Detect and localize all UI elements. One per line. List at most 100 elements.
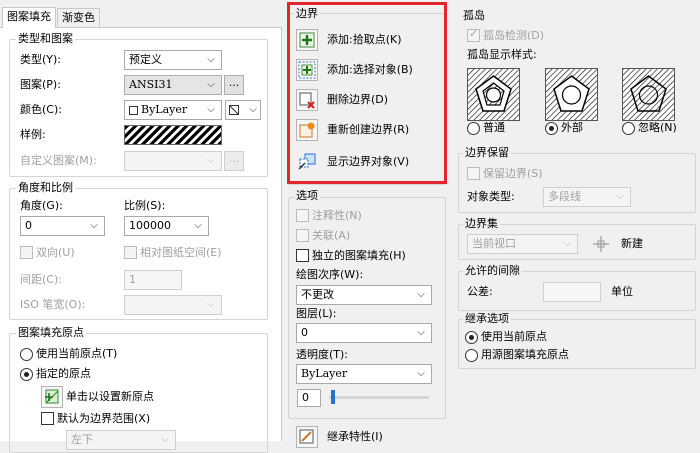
island-ignore-icon [623, 69, 674, 120]
tolerance-field[interactable] [543, 282, 601, 302]
island-outer-label: 外部 [561, 121, 583, 134]
chevron-down-icon: ⌵ [207, 299, 215, 310]
inherit-use-source-label: 用源图案填充原点 [481, 348, 569, 361]
draw-order-combo[interactable]: 不更改 ⌵ [296, 285, 432, 305]
origin-position-combo[interactable]: 左下 ⌵ [66, 430, 176, 450]
separate-hatches-checkbox[interactable] [296, 249, 309, 262]
island-style-label: 孤岛显示样式: [467, 48, 537, 61]
inherit-properties-label: 继承特性(I) [327, 430, 383, 443]
custom-pattern-browse-button[interactable]: ... [224, 151, 244, 171]
chevron-down-icon: ⌵ [207, 54, 215, 65]
island-outer-radio[interactable] [545, 122, 558, 135]
boundary-set-new-button[interactable] [590, 233, 612, 255]
specified-origin-radio[interactable] [20, 368, 33, 381]
island-normal-preview[interactable] [467, 68, 520, 121]
type-combo[interactable]: 预定义 ⌵ [124, 50, 222, 70]
spacing-field[interactable]: 1 [124, 270, 182, 290]
pattern-label: 图案(P): [20, 78, 61, 91]
island-ignore-radio[interactable] [622, 122, 635, 135]
chevron-down-icon: ⌵ [563, 238, 571, 249]
gap-title: 允许的间隙 [463, 264, 522, 278]
pattern-browse-button[interactable]: ... [224, 75, 244, 95]
tab-gradient[interactable]: 渐变色 [57, 8, 100, 27]
custom-pattern-combo[interactable]: ⌵ [124, 151, 222, 171]
island-detection-checkbox[interactable] [467, 27, 480, 42]
inherit-use-source-radio[interactable] [465, 349, 478, 362]
relative-paper-label: 相对图纸空间(E) [140, 246, 222, 259]
color-combo[interactable]: ByLayer ⌵ [124, 100, 222, 120]
draw-order-value: 不更改 [301, 288, 334, 301]
chevron-down-icon: ⌵ [417, 368, 425, 379]
color-value: ByLayer [141, 103, 188, 116]
color-label: 颜色(C): [20, 103, 62, 116]
chevron-down-icon: ⌵ [194, 220, 202, 231]
island-normal-radio[interactable] [467, 122, 480, 135]
islands-title: 孤岛 [463, 9, 485, 22]
no-fill-swatch-icon [229, 105, 239, 115]
separate-hatches-label: 独立的图案填充(H) [312, 249, 406, 262]
type-label: 类型(Y): [20, 53, 62, 66]
chevron-down-icon: ⌵ [90, 220, 98, 231]
inherit-options-title: 继承选项 [463, 312, 511, 326]
set-origin-label: 单击以设置新原点 [66, 390, 154, 403]
double-label: 双向(U) [36, 246, 75, 259]
transparency-slider-track[interactable] [329, 396, 429, 399]
crosshair-icon [593, 236, 609, 252]
swatch-label: 样例: [20, 128, 46, 141]
object-type-combo[interactable]: 多段线 ⌵ [543, 187, 631, 207]
chevron-down-icon: ⌵ [417, 289, 425, 300]
island-ignore-label: 忽略(N) [638, 121, 677, 134]
use-current-origin-radio[interactable] [20, 348, 33, 361]
island-outer-preview[interactable] [545, 68, 598, 121]
custom-pattern-label: 自定义图案(M): [20, 154, 97, 167]
island-normal-icon [468, 69, 519, 120]
angle-scale-title: 角度和比例 [16, 181, 75, 195]
pattern-value: ANSI31 [129, 78, 173, 91]
transparency-value: ByLayer [301, 367, 348, 380]
type-value: 预定义 [129, 53, 162, 66]
associative-label: 关联(A) [312, 229, 351, 242]
set-origin-button[interactable] [41, 386, 63, 408]
draw-order-label: 绘图次序(W): [296, 268, 364, 281]
tab-hatch[interactable]: 图案填充 [2, 7, 56, 28]
island-ignore-preview[interactable] [622, 68, 675, 121]
background-color-combo[interactable]: ⌵ [225, 100, 261, 120]
inherit-use-current-radio[interactable] [465, 331, 478, 344]
default-extent-label: 默认为边界范围(X) [57, 412, 151, 425]
boundary-set-title: 边界集 [463, 217, 500, 231]
island-normal-label: 普通 [483, 121, 505, 134]
inherit-properties-button[interactable] [296, 426, 318, 448]
chevron-down-icon: ⌵ [207, 155, 215, 166]
transparency-combo[interactable]: ByLayer ⌵ [296, 364, 432, 384]
annotative-label: 注释性(N) [312, 209, 362, 222]
iso-pen-width-label: ISO 笔宽(O): [20, 298, 86, 311]
options-title: 选项 [294, 189, 320, 203]
boundary-set-value: 当前视口 [472, 237, 516, 250]
iso-pen-width-combo[interactable]: ⌵ [124, 295, 222, 315]
relative-paper-checkbox[interactable] [124, 246, 137, 259]
transparency-slider-thumb[interactable] [331, 390, 335, 404]
layer-combo[interactable]: 0 ⌵ [296, 323, 432, 343]
tolerance-label: 公差: [467, 285, 493, 298]
retain-boundaries-checkbox[interactable] [467, 167, 480, 180]
angle-combo[interactable]: 0 ⌵ [20, 216, 105, 236]
associative-checkbox[interactable] [296, 229, 309, 242]
boundary-set-combo[interactable]: 当前视口 ⌵ [467, 234, 578, 254]
layer-label: 图层(L): [296, 307, 337, 320]
annotative-checkbox[interactable] [296, 209, 309, 222]
chevron-down-icon: ⌵ [417, 327, 425, 338]
double-checkbox[interactable] [20, 246, 33, 259]
scale-combo[interactable]: 100000 ⌵ [124, 216, 209, 236]
pattern-swatch[interactable] [124, 125, 222, 145]
scale-label: 比例(S): [124, 199, 166, 212]
pattern-combo[interactable]: ANSI31 ⌵ [124, 75, 222, 95]
type-pattern-title: 类型和图案 [16, 32, 75, 46]
object-type-value: 多段线 [548, 190, 581, 203]
tolerance-unit: 单位 [611, 285, 633, 298]
transparency-amount-field[interactable]: 0 [297, 389, 321, 407]
specified-origin-label: 指定的原点 [36, 367, 91, 380]
island-detection-label: 孤岛检测(D) [483, 29, 545, 42]
default-extent-checkbox[interactable] [41, 412, 54, 425]
chevron-down-icon: ⌵ [249, 104, 257, 115]
scale-value: 100000 [129, 219, 171, 232]
